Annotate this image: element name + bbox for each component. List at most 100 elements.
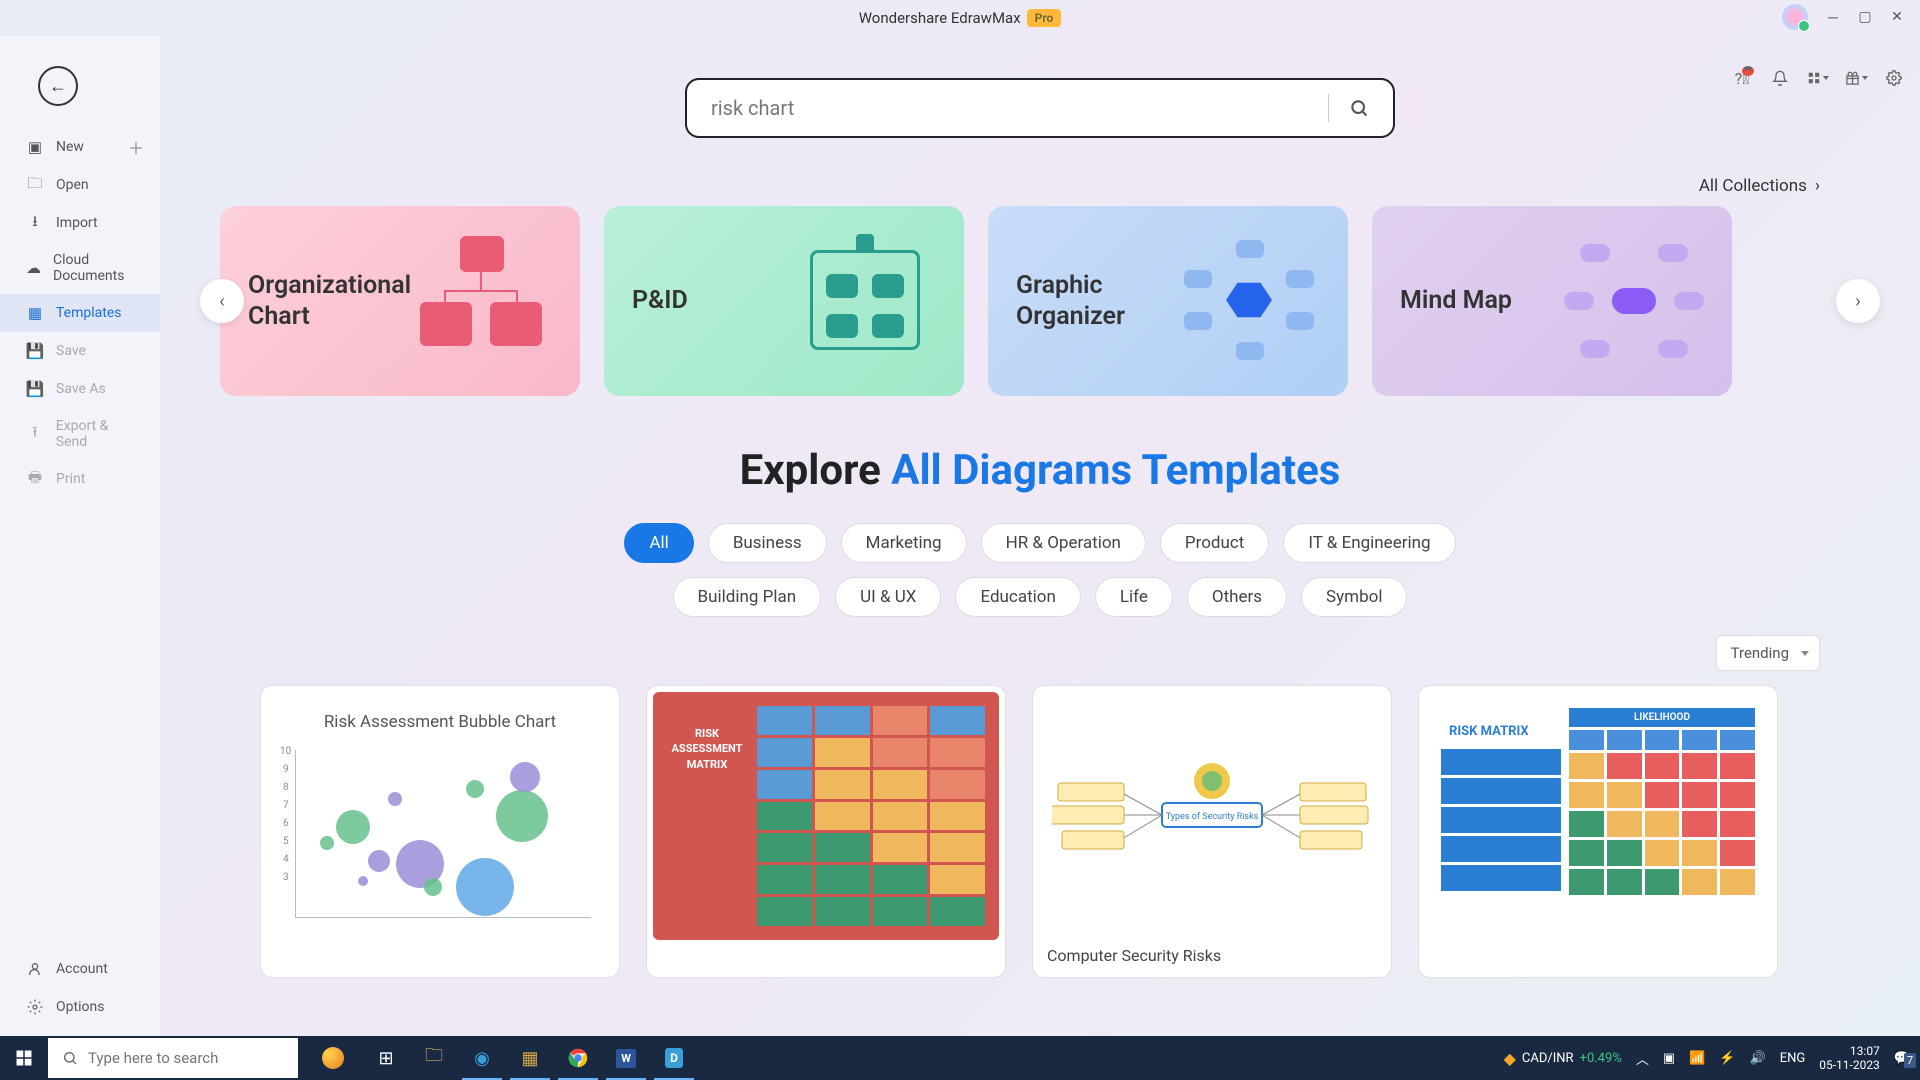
sidebar-label: Account xyxy=(56,961,108,977)
sidebar-item-new[interactable]: ▣ New ＋ xyxy=(0,128,160,166)
taskbar-app-notes[interactable]: ▦ xyxy=(506,1036,554,1080)
templates-icon: ▦ xyxy=(26,304,44,322)
tray-notifications-icon[interactable]: 💬7 xyxy=(1894,1051,1910,1066)
tray-volume-icon[interactable]: 🔊 xyxy=(1750,1051,1766,1066)
graphic-organizer-illustration xyxy=(1180,236,1320,366)
template-card-risk-matrix[interactable]: RISK ASSESSMENT MATRIX xyxy=(646,685,1006,978)
save-as-icon: 💾 xyxy=(26,380,44,398)
back-button[interactable]: ← xyxy=(38,66,78,106)
sidebar-label: Options xyxy=(56,999,104,1015)
collection-card-mind-map[interactable]: Mind Map xyxy=(1372,206,1732,396)
start-button[interactable] xyxy=(0,1036,48,1080)
carousel-next-button[interactable]: › xyxy=(1836,279,1880,323)
collection-title: Graphic Organizer xyxy=(1016,270,1176,333)
sidebar-label: Cloud Documents xyxy=(53,252,142,284)
stock-icon: ◆ xyxy=(1504,1049,1516,1068)
explore-prefix: Explore xyxy=(740,446,892,495)
notif-count: 7 xyxy=(1904,1053,1916,1068)
filter-education[interactable]: Education xyxy=(955,577,1080,617)
add-icon[interactable]: ＋ xyxy=(128,135,144,159)
taskbar-app-word[interactable]: W xyxy=(602,1036,650,1080)
thumb2-t2: ASSESSMENT xyxy=(667,741,747,756)
pid-illustration xyxy=(796,236,936,366)
search-input[interactable] xyxy=(711,96,1308,120)
template-card-bubble[interactable]: Risk Assessment Bubble Chart 10 9 8 7 6 … xyxy=(260,685,620,978)
taskbar-weather[interactable] xyxy=(304,1047,362,1069)
taskbar-search[interactable] xyxy=(48,1038,298,1078)
all-collections-label: All Collections xyxy=(1699,176,1807,196)
filter-building[interactable]: Building Plan xyxy=(673,577,822,617)
tray-language[interactable]: ENG xyxy=(1780,1051,1806,1066)
search-box[interactable] xyxy=(685,78,1395,138)
filter-business[interactable]: Business xyxy=(708,523,827,563)
all-collections-link[interactable]: All Collections › xyxy=(200,176,1820,196)
taskbar-app-explorer[interactable]: 🗀 xyxy=(410,1036,458,1080)
cloud-icon: ☁ xyxy=(26,259,41,277)
template-card-security-risks[interactable]: Types of Security Risks Computer Securit… xyxy=(1032,685,1392,978)
svg-text:Types of Security Risks: Types of Security Risks xyxy=(1166,812,1259,822)
tray-chevron-up-icon[interactable]: ︿ xyxy=(1636,1049,1649,1068)
tray-battery-icon[interactable]: ⚡ xyxy=(1719,1051,1735,1066)
folder-icon: 🗀 xyxy=(26,176,44,194)
filter-product[interactable]: Product xyxy=(1160,523,1269,563)
search-icon[interactable] xyxy=(1349,98,1369,118)
taskbar-stock[interactable]: ◆ CAD/INR +0.49% xyxy=(1504,1049,1622,1068)
save-icon: 💾 xyxy=(26,342,44,360)
collection-card-graphic-organizer[interactable]: Graphic Organizer xyxy=(988,206,1348,396)
tray-clock[interactable]: 13:07 05-11-2023 xyxy=(1819,1044,1880,1073)
filter-life[interactable]: Life xyxy=(1095,577,1173,617)
explore-highlight: All Diagrams Templates xyxy=(891,446,1340,495)
filter-others[interactable]: Others xyxy=(1187,577,1287,617)
sidebar-label: New xyxy=(56,139,84,155)
tray-meet-now-icon[interactable]: ▣ xyxy=(1663,1051,1675,1066)
sidebar-item-open[interactable]: 🗀 Open xyxy=(0,166,160,204)
filter-all[interactable]: All xyxy=(624,523,693,563)
user-avatar[interactable] xyxy=(1782,4,1808,30)
collection-title: P&ID xyxy=(632,285,688,316)
pro-badge: Pro xyxy=(1027,9,1062,27)
sidebar-item-saveas[interactable]: 💾 Save As xyxy=(0,370,160,408)
sidebar-item-account[interactable]: Account xyxy=(0,950,160,988)
sidebar-item-export[interactable]: ⭱ Export & Send xyxy=(0,408,160,460)
sidebar-item-print[interactable]: 🖶 Print xyxy=(0,460,160,498)
main-content: All Collections › ‹ Organizational Chart xyxy=(160,36,1920,1036)
sort-select[interactable]: Trending xyxy=(1716,635,1820,671)
collection-title: Organizational Chart xyxy=(248,270,408,333)
minimize-button[interactable]: ─ xyxy=(1818,5,1848,29)
sidebar: ← ▣ New ＋ 🗀 Open ⭳ Import ☁ Cloud Docume… xyxy=(0,36,160,1036)
taskbar-app-chrome[interactable] xyxy=(554,1036,602,1080)
sidebar-item-save[interactable]: 💾 Save xyxy=(0,332,160,370)
filter-uiux[interactable]: UI & UX xyxy=(835,577,941,617)
collection-title: Mind Map xyxy=(1400,285,1512,316)
filter-hr[interactable]: HR & Operation xyxy=(981,523,1146,563)
close-button[interactable]: ✕ xyxy=(1882,5,1912,29)
collection-card-org-chart[interactable]: Organizational Chart xyxy=(220,206,580,396)
taskbar-search-input[interactable] xyxy=(88,1049,258,1067)
security-risks-illustration: Types of Security Risks xyxy=(1052,731,1372,901)
sidebar-item-templates[interactable]: ▦ Templates xyxy=(0,294,160,332)
taskbar-app-edrawmax[interactable]: D xyxy=(650,1036,698,1080)
template-card-risk-matrix-2[interactable]: RISK MATRIX LIKELIHOOD xyxy=(1418,685,1778,978)
filter-it[interactable]: IT & Engineering xyxy=(1283,523,1455,563)
chevron-right-icon: › xyxy=(1815,176,1820,196)
sidebar-item-import[interactable]: ⭳ Import xyxy=(0,204,160,242)
taskbar-app-taskview[interactable]: ⊞ xyxy=(362,1036,410,1080)
filter-symbol[interactable]: Symbol xyxy=(1301,577,1407,617)
filter-marketing[interactable]: Marketing xyxy=(841,523,967,563)
taskbar-app-edge[interactable]: ◉ xyxy=(458,1036,506,1080)
import-icon: ⭳ xyxy=(26,214,44,232)
tray-wifi-icon[interactable]: 📶 xyxy=(1689,1051,1705,1066)
stock-change: +0.49% xyxy=(1580,1051,1622,1066)
thumb2-t1: RISK xyxy=(667,726,747,741)
sidebar-item-options[interactable]: Options xyxy=(0,988,160,1026)
sidebar-label: Templates xyxy=(56,305,122,321)
gear-icon xyxy=(26,998,44,1016)
mind-map-illustration xyxy=(1564,236,1704,366)
carousel-prev-button[interactable]: ‹ xyxy=(200,279,244,323)
sidebar-item-cloud[interactable]: ☁ Cloud Documents xyxy=(0,242,160,294)
tray-time: 13:07 xyxy=(1819,1044,1880,1058)
sidebar-label: Export & Send xyxy=(56,418,142,450)
collection-card-pid[interactable]: P&ID xyxy=(604,206,964,396)
maximize-button[interactable]: ▢ xyxy=(1850,5,1880,29)
windows-taskbar: ⊞ 🗀 ◉ ▦ W D ◆ CAD/INR +0.49% ︿ ▣ 📶 ⚡ 🔊 E… xyxy=(0,1036,1920,1080)
